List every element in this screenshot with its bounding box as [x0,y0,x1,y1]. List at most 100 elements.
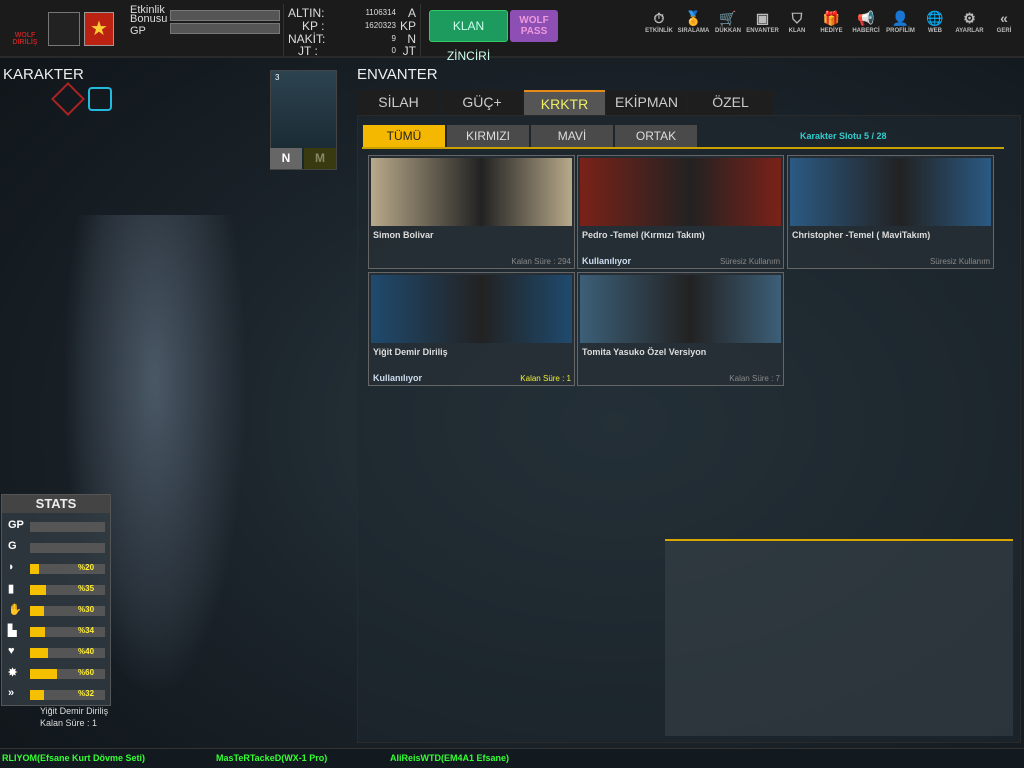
heart-icon: ♥ [8,645,15,657]
megaphone-icon: 📢 [857,10,875,26]
shield-icon: ⛉ [791,10,803,26]
card-name: Yiğit Demir Diriliş [373,347,448,357]
tab-2[interactable]: KRKTR [524,90,605,115]
character-card[interactable]: Pedro -Temel (Kırmızı Takım) Kullanılıyor… [577,155,784,269]
top-bar: WOLF DİRİLİŞ ★ Etkinlik Bonusu GP ALTIN:… [0,0,1024,63]
card-time: Kalan Süre : 294 [511,257,571,266]
stat-value: %30 [78,605,95,614]
subtab-underline [362,147,1004,149]
nav-web[interactable]: 🌐 WEB [916,10,954,34]
nav-label: SIRALAMA [677,28,710,34]
stats-panel: STATS GP G ◗ %20 ▮ %35 ✋ %30 ▙ %34 ♥ %40 ✸ %60 » %32 [1,494,111,706]
g-icon: G [8,540,17,552]
ticker-item: MasTeRTackeD(WX-1 Pro) [216,753,328,763]
nav-dükkan[interactable]: 🛒 DÜKKAN [709,10,747,34]
card-time: Süresiz Kullanım [929,257,990,266]
nav-label: ENVANTER [746,28,779,34]
m-button[interactable]: M [304,148,336,169]
nav-envanter[interactable]: ▣ ENVANTER [744,10,782,34]
game-logo: WOLF DİRİLİŞ [12,32,38,46]
envanter-title: ENVANTER [357,66,438,83]
glove-icon: ✋ [8,604,22,616]
nav-klan[interactable]: ⛉ KLAN [778,10,816,34]
wolf-pass-button[interactable]: WOLF PASS [510,10,558,42]
vest-icon: ▮ [8,583,15,595]
nav-siralama[interactable]: 🏅 SIRALAMA [675,10,713,34]
karakter-title: KARAKTER [3,66,84,83]
tab-4[interactable]: ÖZEL [688,90,773,115]
nav-haberci̇[interactable]: 📢 HABERCİ [847,10,885,34]
card-name: Pedro -Temel (Kırmızı Takım) [582,230,705,240]
nav-profi̇li̇m[interactable]: 👤 PROFİLİM [882,10,920,34]
subtab-3[interactable]: ORTAK [615,125,697,148]
tab-0[interactable]: SİLAH [357,90,440,115]
nav-ayarlar[interactable]: ⚙ AYARLAR [951,10,989,34]
character-card[interactable]: Christopher -Temel ( MaviTakım) Süresiz K… [787,155,994,269]
subtab-1[interactable]: KIRMIZI [447,125,529,148]
ticker-item: AliReisWTD(EM4A1 Efsane) [390,753,510,763]
nav-label: HABERCİ [852,28,880,34]
character-card[interactable]: Tomita Yasuko Özel Versiyon Kalan Süre : … [577,272,784,386]
stat-row: ✋ %30 [8,604,108,617]
medal-icon: 🏅 [684,10,703,26]
nav-label: DÜKKAN [715,28,741,34]
stat-value: %35 [78,584,95,593]
character-name: Yiğit Demir Diriliş [40,706,109,716]
card-name: Simon Bolivar [373,230,434,240]
helmet-icon: ◗ [8,561,15,573]
character-card[interactable]: Yiğit Demir Diriliş Kullanılıyor Kalan Sür… [368,272,575,386]
card-status: Kullanılıyor [582,256,632,266]
clan-emblem[interactable] [48,12,80,46]
slot-count: Karakter Slotu 5 / 28 [800,131,887,141]
character-portrait [790,158,991,226]
profile-icon: 👤 [891,10,910,26]
back-icon: « [1000,10,1008,26]
stats-title: STATS [2,495,110,513]
nav-label: PROFİLİM [886,28,915,34]
boot-icon: ▙ [8,625,17,637]
character-card[interactable]: Simon Bolivar Kalan Süre : 294 [368,155,575,269]
card-name: Tomita Yasuko Özel Versiyon [582,347,707,357]
stopwatch-icon: ⏱ [653,10,665,26]
character-time: Kalan Süre : 1 [40,718,98,728]
tab-1[interactable]: GÜÇ+ [441,90,523,115]
subtab-0[interactable]: TÜMÜ [363,125,445,148]
blue-team-icon[interactable] [88,87,112,111]
stat-bar-fill [30,606,44,616]
gift-icon: 🎁 [822,10,841,26]
stat-value: %20 [78,563,95,572]
red-team-icon[interactable] [51,82,85,116]
card-status: Kullanılıyor [373,373,423,383]
stat-row: G [8,540,108,554]
character-portrait [371,158,572,226]
nav-hedi̇ye[interactable]: 🎁 HEDİYE [813,10,851,34]
stat-value: %60 [78,668,95,677]
stat-row: ✸ %60 [8,667,108,680]
stat-bar-fill [30,564,39,574]
stat-row: » %32 [8,687,108,701]
currency-panel: ALTIN: 1106314 A KP :1620323 KP NAKİT: 9 N JT… [283,4,421,58]
tab-3[interactable]: EKİPMAN [606,90,687,115]
card-time: Kalan Süre : 7 [729,374,780,383]
nav-etki̇nli̇k[interactable]: ⏱ ETKİNLİK [640,10,678,34]
cart-icon: 🛒 [719,10,737,26]
item-detail-panel [665,539,1013,736]
gear-icon: ⚙ [963,10,976,26]
stat-bar-fill [30,585,46,595]
stat-row: ♥ %40 [8,645,108,659]
nav-geri̇[interactable]: « GERİ [985,10,1023,34]
nav-label: WEB [928,28,942,34]
subtab-2[interactable]: MAVİ [531,125,613,148]
gp-icon: GP [8,519,24,531]
burst-icon: ✸ [8,667,18,679]
klan-zinciri-button[interactable]: KLAN ZİNCİRİ [429,10,508,63]
n-button[interactable]: N [270,148,302,169]
card-time: Süresiz Kullanım [719,257,780,266]
nav-label: KLAN [788,28,806,34]
character-portrait [580,158,781,226]
globe-icon: 🌐 [926,10,944,26]
stat-row: ▮ %35 [8,583,108,596]
stat-row: ◗ %20 [8,561,108,575]
character-portrait [580,275,781,343]
stat-value: %32 [78,689,95,698]
